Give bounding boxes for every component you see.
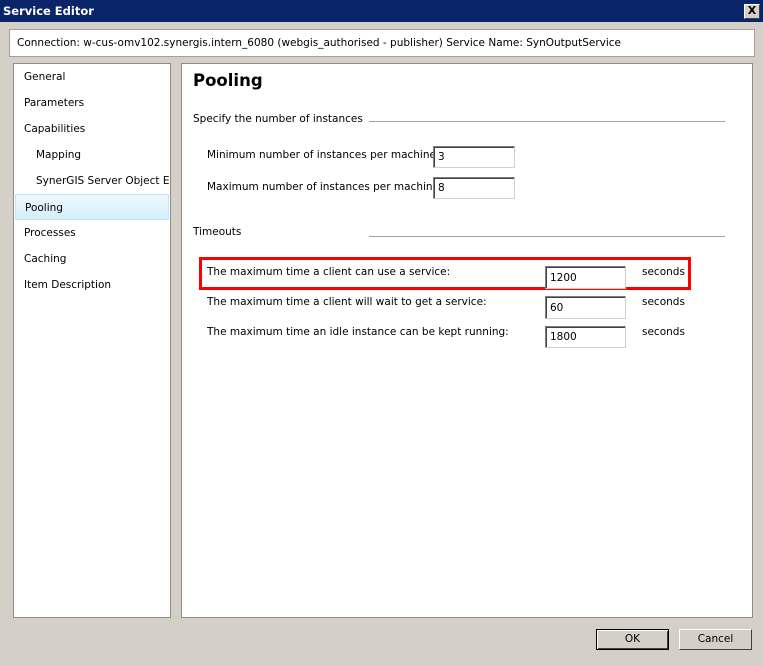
sidebar-item-general[interactable]: General	[15, 64, 178, 90]
sidebar-item-item-description[interactable]: Item Description	[15, 272, 178, 298]
connection-text: Connection: w-cus-omv102.synergis.intern…	[17, 37, 622, 49]
sidebar-item-mapping[interactable]: Mapping	[15, 142, 190, 168]
seconds-label: seconds	[642, 266, 685, 278]
min-instances-label: Minimum number of instances per machine:	[207, 149, 440, 161]
divider	[369, 236, 725, 237]
connection-info: Connection: w-cus-omv102.synergis.intern…	[9, 29, 755, 57]
title-bar: Service Editor	[0, 0, 763, 22]
sidebar-item-capabilities[interactable]: Capabilities	[15, 116, 178, 142]
sidebar-item-caching[interactable]: Caching	[15, 246, 178, 272]
timeouts-heading: Timeouts	[193, 226, 242, 238]
cancel-button[interactable]: Cancel	[679, 629, 752, 650]
sidebar-item-processes[interactable]: Processes	[15, 220, 178, 246]
timeout-label-usage: The maximum time a client can use a serv…	[207, 266, 451, 278]
timeout-idle-input[interactable]	[545, 326, 626, 348]
max-instances-input[interactable]	[433, 177, 515, 199]
ok-button[interactable]: OK	[596, 629, 669, 650]
divider	[369, 121, 725, 122]
page-title: Pooling	[193, 71, 263, 90]
timeout-usage-input[interactable]	[545, 266, 626, 289]
timeout-label-idle: The maximum time an idle instance can be…	[207, 326, 509, 338]
sidebar-item-parameters[interactable]: Parameters	[15, 90, 178, 116]
sidebar-item-pooling[interactable]: Pooling	[15, 194, 169, 220]
window-title: Service Editor	[3, 4, 94, 18]
sidebar-item-synergis-server-object[interactable]: SynerGIS Server Object E	[15, 168, 190, 194]
max-instances-label: Maximum number of instances per machine:	[207, 181, 443, 193]
sidebar: General Parameters Capabilities Mapping …	[13, 63, 171, 618]
seconds-label: seconds	[642, 296, 685, 308]
seconds-label: seconds	[642, 326, 685, 338]
timeout-wait-input[interactable]	[545, 296, 626, 319]
close-button[interactable]: X	[744, 4, 760, 19]
instances-heading: Specify the number of instances	[193, 113, 363, 125]
timeout-label-wait: The maximum time a client will wait to g…	[207, 296, 487, 308]
min-instances-input[interactable]	[433, 146, 515, 168]
